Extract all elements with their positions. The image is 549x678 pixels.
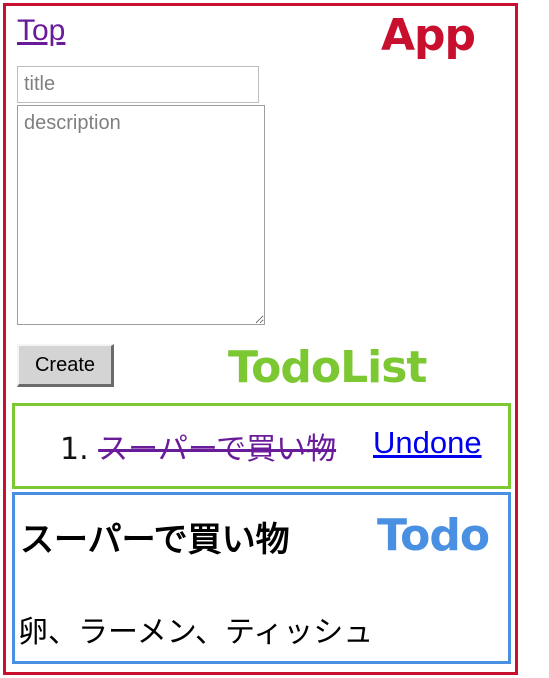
todolist-component-label: TodoList (228, 342, 427, 393)
list-item-number: 1. (60, 432, 89, 467)
app-component-label: App (381, 10, 476, 61)
undone-link[interactable]: Undone (373, 425, 482, 461)
create-button[interactable]: Create (17, 344, 114, 387)
todo-title: スーパーで買い物 (20, 520, 290, 560)
todo-component-label: Todo (377, 510, 490, 561)
list-item-title-link[interactable]: スーパーで買い物 (98, 432, 336, 467)
top-link[interactable]: Top (17, 14, 65, 48)
title-input[interactable] (17, 66, 259, 103)
todo-description: 卵、ラーメン、ティッシュ (18, 615, 374, 650)
description-textarea[interactable] (17, 105, 265, 325)
list-item: 1. スーパーで買い物 (60, 424, 336, 468)
